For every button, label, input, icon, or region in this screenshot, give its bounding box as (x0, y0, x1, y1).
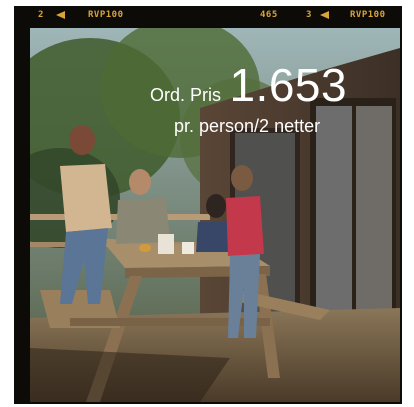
price-value: 1.653 (229, 59, 348, 111)
film-frame-number: 2 (38, 10, 44, 20)
film-arrow-icon-2 (320, 11, 329, 19)
film-frame-number-2: 3 (306, 10, 312, 20)
film-edge-code: 465 (260, 10, 278, 20)
price-row: Ord. Pris 1.653 (150, 58, 347, 112)
film-type-label: RVP100 (88, 10, 124, 20)
price-overlay: Ord. Pris 1.653 pr. person/2 netter (30, 28, 400, 402)
price-label: Ord. Pris (150, 85, 222, 105)
film-arrow-icon (56, 11, 65, 19)
film-type-label-2: RVP100 (350, 10, 386, 20)
price-subtitle: pr. person/2 netter (174, 116, 321, 136)
family-photo: Ord. Pris 1.653 pr. person/2 netter (30, 28, 400, 402)
